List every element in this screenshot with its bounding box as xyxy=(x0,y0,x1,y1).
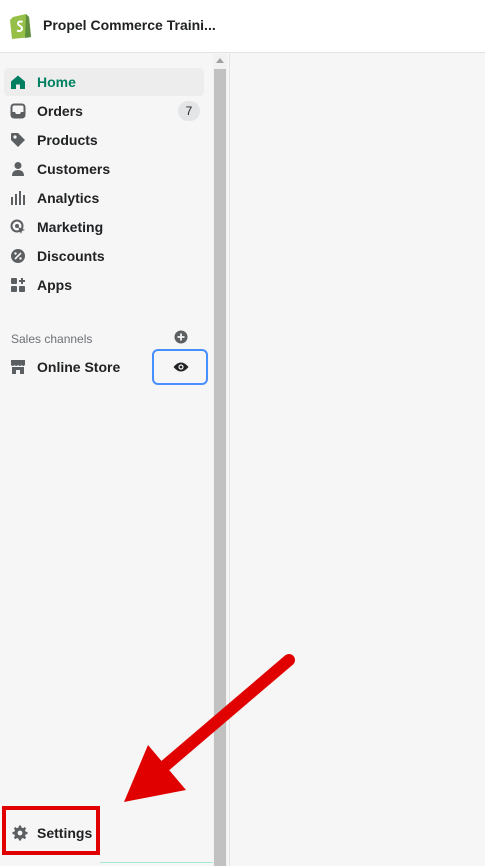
main-content xyxy=(229,54,485,866)
sidebar: Home Orders 7 Products Customers Analyti… xyxy=(0,54,213,866)
sidebar-scrollbar[interactable] xyxy=(213,54,227,866)
scrollbar-thumb[interactable] xyxy=(214,69,226,866)
sidebar-item-customers[interactable]: Customers xyxy=(4,155,204,183)
sidebar-item-label: Analytics xyxy=(37,190,100,206)
sidebar-item-label: Customers xyxy=(37,161,111,177)
sidebar-item-label: Orders xyxy=(37,103,83,119)
scroll-up-arrow-icon[interactable] xyxy=(216,58,224,63)
bar-chart-icon xyxy=(11,191,25,205)
store-name[interactable]: Propel Commerce Traini... xyxy=(43,17,216,33)
sidebar-item-label: Marketing xyxy=(37,219,104,235)
top-bar: Propel Commerce Traini... xyxy=(0,0,485,53)
apps-icon xyxy=(11,278,25,292)
sidebar-item-label: Home xyxy=(37,74,76,90)
orders-count-badge: 7 xyxy=(178,101,200,121)
bottom-divider xyxy=(100,862,213,866)
marketing-icon xyxy=(10,219,25,234)
sidebar-item-label: Apps xyxy=(37,277,72,293)
store-icon xyxy=(11,360,25,374)
sidebar-item-label: Products xyxy=(37,132,98,148)
sidebar-item-orders[interactable]: Orders 7 xyxy=(4,97,204,125)
sidebar-item-home[interactable]: Home xyxy=(4,68,204,96)
tag-icon xyxy=(11,133,25,147)
view-online-store-button[interactable] xyxy=(152,349,208,385)
orders-icon xyxy=(10,103,26,119)
person-icon xyxy=(12,162,24,176)
sidebar-item-settings[interactable]: Settings xyxy=(37,825,92,841)
plus-circle-icon[interactable] xyxy=(174,330,188,344)
sidebar-item-apps[interactable]: Apps xyxy=(4,271,204,299)
sidebar-item-analytics[interactable]: Analytics xyxy=(4,184,204,212)
home-icon xyxy=(11,75,25,89)
sidebar-item-discounts[interactable]: Discounts xyxy=(4,242,204,270)
sidebar-item-online-store[interactable]: Online Store xyxy=(4,353,149,381)
eye-icon xyxy=(173,362,189,372)
shopify-logo[interactable] xyxy=(8,10,34,40)
sidebar-item-marketing[interactable]: Marketing xyxy=(4,213,204,241)
gear-icon xyxy=(12,825,28,841)
sidebar-item-products[interactable]: Products xyxy=(4,126,204,154)
sidebar-item-label: Online Store xyxy=(37,359,121,375)
discount-icon xyxy=(11,249,25,263)
sales-channels-title: Sales channels xyxy=(11,332,93,346)
sidebar-item-label: Discounts xyxy=(37,248,105,264)
